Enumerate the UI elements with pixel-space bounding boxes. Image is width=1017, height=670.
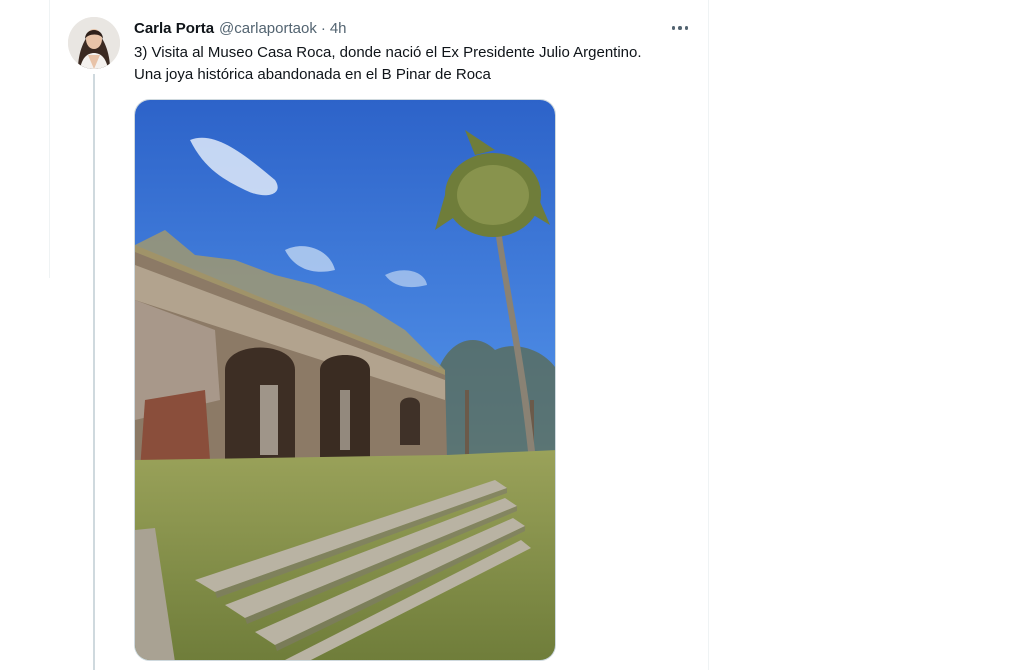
author-avatar[interactable]	[68, 17, 120, 69]
tweet-header: Carla Porta @carlaportaok · 4h	[134, 17, 347, 39]
header-separator: ·	[320, 19, 326, 37]
tweet-timestamp[interactable]: 4h	[330, 20, 347, 37]
author-display-name[interactable]: Carla Porta	[134, 20, 214, 37]
tweet-photo[interactable]	[134, 99, 556, 661]
thread-connector-line	[93, 74, 95, 670]
author-handle[interactable]: @carlaportaok	[219, 20, 317, 37]
tweet-text-line: Una joya histórica abandonada en el B Pi…	[134, 66, 491, 83]
more-horizontal-icon	[671, 26, 689, 30]
tweet-text-line: 3) Visita al Museo Casa Roca, donde naci…	[134, 44, 642, 61]
timeline-right-border	[708, 0, 709, 670]
tweet-text: 3) Visita al Museo Casa Roca, donde naci…	[134, 42, 704, 86]
more-options-button[interactable]	[667, 16, 693, 40]
timeline-left-border	[49, 0, 50, 278]
